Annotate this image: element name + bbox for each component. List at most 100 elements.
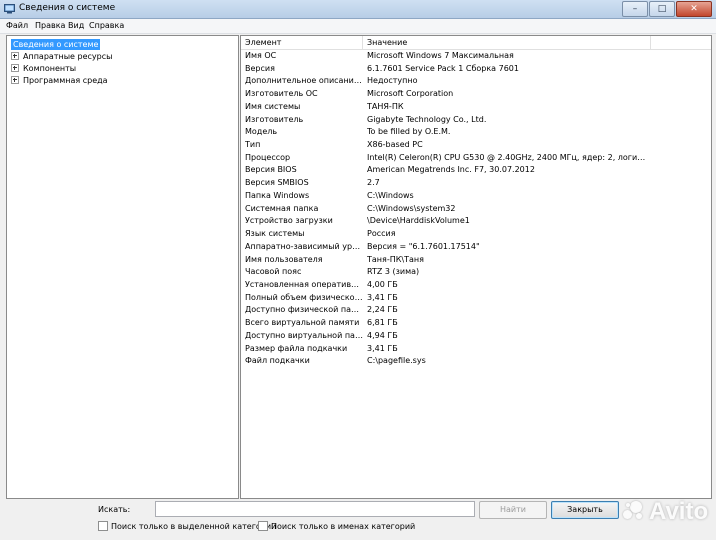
row-element-cell: Устройство загрузки <box>245 216 333 226</box>
table-row[interactable]: Часовой пояс RTZ 3 (зима) <box>241 266 711 279</box>
table-row[interactable]: Файл подкачки C:\pagefile.sys <box>241 355 711 368</box>
row-element-cell: Версия BIOS <box>245 165 297 175</box>
expand-plus-icon[interactable] <box>11 64 19 72</box>
row-element-cell: Всего виртуальной памяти <box>245 318 360 328</box>
details-list[interactable]: Элемент Значение Имя ОС Microsoft Windows… <box>240 35 712 499</box>
row-element-cell: Имя ОС <box>245 51 277 60</box>
table-row[interactable]: Размер файла подкачки 3,41 ГБ <box>241 343 711 356</box>
category-tree[interactable]: Сведения о системе Аппаратные ресурсы Ко… <box>6 35 239 499</box>
row-element-cell: Изготовитель ОС <box>245 89 318 99</box>
row-element-cell: Доступно виртуальной памяти <box>245 330 363 340</box>
table-row[interactable]: Устройство загрузки \Device\HarddiskVolum… <box>241 215 711 228</box>
search-label: Искать: <box>98 505 131 514</box>
row-value-cell: Недоступно <box>367 76 418 86</box>
menu-file[interactable]: Файл <box>6 21 28 30</box>
avito-watermark-text: Avito <box>649 498 709 525</box>
table-row[interactable]: Процессор Intel(R) Celeron(R) CPU G530 @ … <box>241 152 711 165</box>
table-row[interactable]: Версия BIOS American Megatrends Inc. F7, … <box>241 164 711 177</box>
window-title: Сведения о системе <box>19 3 116 13</box>
find-button[interactable]: Найти <box>479 501 547 519</box>
row-value-cell: 4,00 ГБ <box>367 279 398 289</box>
maximize-button[interactable]: □ <box>649 1 675 17</box>
table-row[interactable]: Изготовитель ОС Microsoft Corporation <box>241 88 711 101</box>
checkbox[interactable] <box>98 521 108 531</box>
tree-item-software-environment[interactable]: Программная среда <box>11 74 110 86</box>
row-value-cell: Версия = "6.1.7601.17514" <box>367 241 480 251</box>
menu-view[interactable]: Вид <box>68 21 84 30</box>
table-row[interactable]: Изготовитель Gigabyte Technology Co., Ltd… <box>241 114 711 127</box>
menu-help[interactable]: Справка <box>89 21 124 30</box>
row-element-cell: Установленная оперативная п... <box>245 279 363 289</box>
menu-edit[interactable]: Правка <box>35 21 65 30</box>
table-row[interactable]: Модель To be filled by O.E.M. <box>241 126 711 139</box>
row-value-cell: 6.1.7601 Service Pack 1 Сборка 7601 <box>367 63 519 73</box>
checkbox[interactable] <box>258 521 268 531</box>
row-value-cell: Gigabyte Technology Co., Ltd. <box>367 114 487 124</box>
row-element-cell: Язык системы <box>245 229 305 239</box>
avito-logo-icon <box>623 501 647 523</box>
table-row[interactable]: Доступно виртуальной памяти 4,94 ГБ <box>241 330 711 343</box>
table-row[interactable]: Имя пользователя Таня-ПК\Таня <box>241 254 711 267</box>
table-row[interactable]: Тип X86-based PC <box>241 139 711 152</box>
row-value-cell: X86-based PC <box>367 140 423 150</box>
row-element-cell: Имя системы <box>245 101 301 111</box>
row-element-cell: Дополнительное описание ОС <box>245 76 363 86</box>
tree-item-system-summary[interactable]: Сведения о системе <box>11 38 101 50</box>
expand-plus-icon[interactable] <box>11 52 19 60</box>
row-element-cell: Модель <box>245 127 278 137</box>
tree-item-label: Программная среда <box>23 75 108 85</box>
row-element-cell: Версия SMBIOS <box>245 178 309 188</box>
row-value-cell: Microsoft Windows 7 Максимальная <box>367 51 514 60</box>
table-row[interactable]: Язык системы Россия <box>241 228 711 241</box>
close-button[interactable]: Закрыть <box>551 501 619 519</box>
system-info-app-icon <box>4 4 15 14</box>
table-row[interactable]: Доступно физической памяти 2,24 ГБ <box>241 304 711 317</box>
expand-plus-icon[interactable] <box>11 76 19 84</box>
row-element-cell: Файл подкачки <box>245 356 310 366</box>
search-input[interactable] <box>155 501 475 517</box>
details-rows: Имя ОС Microsoft Windows 7 Максимальная Ве… <box>241 50 711 368</box>
table-row[interactable]: Установленная оперативная п... 4,00 ГБ <box>241 279 711 292</box>
row-value-cell: 2,24 ГБ <box>367 305 398 315</box>
table-row[interactable]: Версия SMBIOS 2.7 <box>241 177 711 190</box>
minimize-button[interactable]: – <box>622 1 648 17</box>
row-element-cell: Папка Windows <box>245 190 310 200</box>
table-row[interactable]: Имя системы ТАНЯ-ПК <box>241 101 711 114</box>
table-row[interactable]: Папка Windows C:\Windows <box>241 190 711 203</box>
row-value-cell: Microsoft Corporation <box>367 89 454 99</box>
row-value-cell: American Megatrends Inc. F7, 30.07.2012 <box>367 165 535 175</box>
row-element-cell: Тип <box>245 140 261 150</box>
row-value-cell: C:\Windows <box>367 190 414 200</box>
row-value-cell: 3,41 ГБ <box>367 343 398 353</box>
row-element-cell: Процессор <box>245 152 291 162</box>
title-bar[interactable]: Сведения о системе – □ ✕ <box>0 0 716 19</box>
column-header-element[interactable]: Элемент <box>241 36 363 49</box>
table-row[interactable]: Аппаратно-зависимый уровен... Версия = "6… <box>241 241 711 254</box>
search-selected-category-option[interactable]: Поиск только в выделенной категории <box>98 521 276 531</box>
row-value-cell: Таня-ПК\Таня <box>367 254 424 264</box>
row-element-cell: Размер файла подкачки <box>245 343 348 353</box>
row-element-cell: Доступно физической памяти <box>245 305 363 315</box>
tree-item-hardware-resources[interactable]: Аппаратные ресурсы <box>11 50 114 62</box>
row-value-cell: ТАНЯ-ПК <box>367 101 404 111</box>
table-row[interactable]: Имя ОС Microsoft Windows 7 Максимальная <box>241 50 711 63</box>
close-window-button[interactable]: ✕ <box>676 1 712 17</box>
search-category-names-option[interactable]: Поиск только в именах категорий <box>258 521 415 531</box>
table-row[interactable]: Полный объем физической па... 3,41 ГБ <box>241 292 711 305</box>
row-value-cell: C:\Windows\system32 <box>367 203 456 213</box>
window-controls: – □ ✕ <box>621 1 712 17</box>
table-row[interactable]: Версия 6.1.7601 Service Pack 1 Сборка 760… <box>241 63 711 76</box>
table-row[interactable]: Системная папка C:\Windows\system32 <box>241 203 711 216</box>
row-value-cell: RTZ 3 (зима) <box>367 267 420 277</box>
table-row[interactable]: Дополнительное описание ОС Недоступно <box>241 75 711 88</box>
row-element-cell: Изготовитель <box>245 114 304 124</box>
tree-item-components[interactable]: Компоненты <box>11 62 78 74</box>
column-header-value[interactable]: Значение <box>363 36 651 49</box>
checkbox-label: Поиск только в выделенной категории <box>111 521 277 531</box>
row-value-cell: 3,41 ГБ <box>367 292 398 302</box>
table-row[interactable]: Всего виртуальной памяти 6,81 ГБ <box>241 317 711 330</box>
row-value-cell: To be filled by O.E.M. <box>367 127 451 137</box>
avito-watermark: Avito <box>623 498 708 526</box>
row-value-cell: C:\pagefile.sys <box>367 356 426 366</box>
column-header: Элемент Значение <box>241 36 711 50</box>
